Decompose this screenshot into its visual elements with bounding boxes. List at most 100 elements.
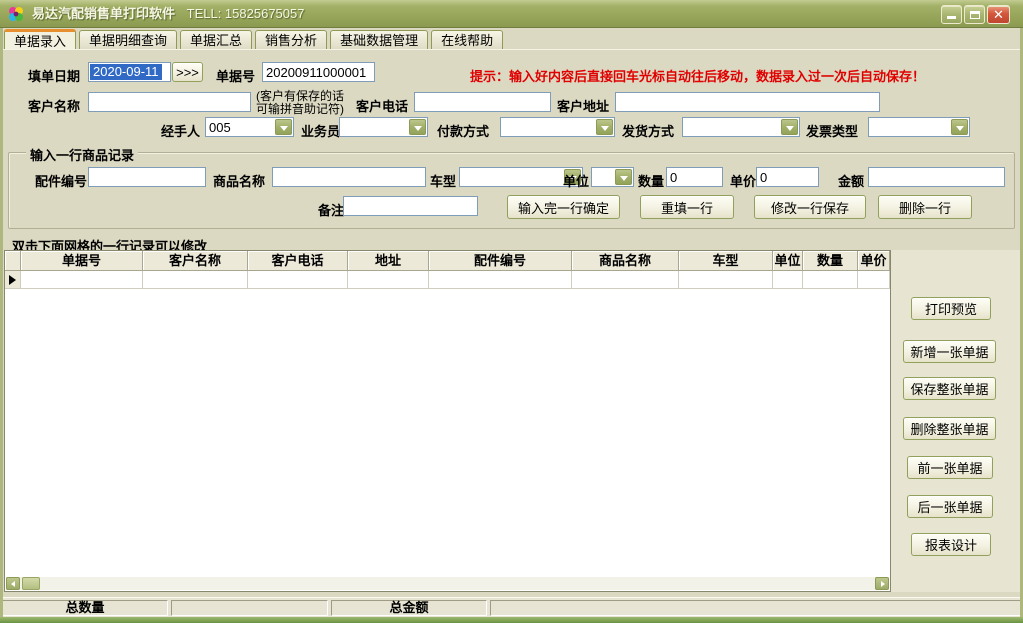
new-order-button[interactable]: 新增一张单据: [903, 340, 996, 363]
status-bar: 总数量 总金额: [0, 597, 1023, 617]
tab-base-data-management[interactable]: 基础数据管理: [330, 30, 428, 50]
modify-line-save-button[interactable]: 修改一行保存: [754, 195, 866, 219]
tab-order-detail-query[interactable]: 单据明细查询: [79, 30, 177, 50]
grid-cell[interactable]: [572, 271, 679, 289]
order-date-input[interactable]: 2020-09-11: [88, 62, 171, 82]
product-name-label: 商品名称: [213, 171, 265, 190]
save-order-button[interactable]: 保存整张单据: [903, 377, 996, 400]
scroll-left-button[interactable]: [6, 577, 20, 590]
grid-cell[interactable]: [248, 271, 348, 289]
customer-note-line1: (客户有保存的话: [256, 89, 344, 103]
order-no-input[interactable]: [262, 62, 375, 82]
app-title-tel: TELL: 15825675057: [187, 6, 305, 21]
customer-name-input[interactable]: [88, 92, 251, 112]
product-name-input[interactable]: [272, 167, 426, 187]
unit-label: 单位: [563, 171, 589, 190]
tab-order-entry[interactable]: 单据录入: [4, 29, 76, 50]
shipping-method-select[interactable]: [682, 117, 800, 137]
grid-cell[interactable]: [858, 271, 890, 289]
unit-price-input[interactable]: [756, 167, 819, 187]
grid-cell[interactable]: [679, 271, 773, 289]
order-no-label: 单据号: [216, 66, 255, 85]
column-header-customer-phone[interactable]: 客户电话: [248, 251, 348, 271]
date-expand-button[interactable]: >>>: [172, 62, 203, 82]
salesman-label: 业务员: [301, 121, 340, 140]
orders-data-grid[interactable]: 单据号 客户名称 客户电话 地址 配件编号 商品名称 车型 单位 数量 单价: [4, 250, 891, 592]
scrollbar-thumb[interactable]: [22, 577, 40, 590]
grid-cell[interactable]: [773, 271, 803, 289]
column-header-part-no[interactable]: 配件编号: [429, 251, 572, 271]
order-date-value: 2020-09-11: [90, 64, 162, 80]
payment-method-select[interactable]: [500, 117, 615, 137]
customer-phone-input[interactable]: [414, 92, 551, 112]
content-divider: [0, 49, 1023, 50]
column-header-unit-price[interactable]: 单价: [858, 251, 890, 271]
window-border-left: [0, 28, 3, 623]
maximize-icon: [970, 11, 980, 19]
dropdown-arrow-icon[interactable]: [615, 169, 632, 185]
dropdown-arrow-icon[interactable]: [951, 119, 968, 135]
column-header-product-name[interactable]: 商品名称: [572, 251, 679, 271]
column-header-order-no[interactable]: 单据号: [21, 251, 143, 271]
tab-order-summary[interactable]: 单据汇总: [180, 30, 252, 50]
unit-price-label: 单价: [730, 171, 756, 190]
input-hint-text: 提示：输入好内容后直接回车光标自动往后移动，数据录入过一次后自动保存！: [470, 66, 925, 85]
app-icon: [8, 6, 24, 22]
quantity-input[interactable]: [666, 167, 723, 187]
customer-address-input[interactable]: [615, 92, 880, 112]
grid-cell[interactable]: [803, 271, 858, 289]
maximize-button[interactable]: [964, 5, 985, 24]
report-design-button[interactable]: 报表设计: [911, 533, 991, 556]
column-header-unit[interactable]: 单位: [773, 251, 803, 271]
part-no-input[interactable]: [88, 167, 206, 187]
remark-input[interactable]: [343, 196, 478, 216]
confirm-line-button[interactable]: 输入完一行确定: [507, 195, 620, 219]
print-preview-button[interactable]: 打印预览: [911, 297, 991, 320]
grid-selector-header: [5, 251, 21, 271]
dropdown-arrow-icon[interactable]: [409, 119, 426, 135]
unit-select[interactable]: [591, 167, 634, 187]
column-header-car-model[interactable]: 车型: [679, 251, 773, 271]
refill-line-button[interactable]: 重填一行: [640, 195, 734, 219]
minimize-button[interactable]: [941, 5, 962, 24]
tab-online-help[interactable]: 在线帮助: [431, 30, 503, 50]
close-button[interactable]: ✕: [987, 5, 1010, 24]
current-row-indicator-icon: [9, 275, 16, 285]
delete-line-button[interactable]: 删除一行: [878, 195, 972, 219]
tab-bar: 单据录入 单据明细查询 单据汇总 销售分析 基础数据管理 在线帮助: [4, 29, 503, 50]
salesman-select[interactable]: [339, 117, 428, 137]
grid-cell[interactable]: [143, 271, 248, 289]
shipping-method-label: 发货方式: [622, 121, 674, 140]
total-amount-label: 总金额: [331, 600, 487, 616]
total-quantity-value: [171, 600, 328, 616]
handler-select[interactable]: 005: [205, 117, 294, 137]
grid-current-row[interactable]: [5, 271, 890, 289]
minimize-icon: [947, 16, 956, 19]
dropdown-arrow-icon[interactable]: [275, 119, 292, 135]
invoice-type-label: 发票类型: [806, 121, 858, 140]
close-icon: ✕: [988, 7, 1009, 23]
prev-order-button[interactable]: 前一张单据: [907, 456, 993, 479]
amount-input[interactable]: [868, 167, 1005, 187]
invoice-type-select[interactable]: [868, 117, 970, 137]
horizontal-scrollbar[interactable]: [6, 577, 889, 590]
grid-cell[interactable]: [21, 271, 143, 289]
column-header-quantity[interactable]: 数量: [803, 251, 858, 271]
tab-sales-analysis[interactable]: 销售分析: [255, 30, 327, 50]
dropdown-arrow-icon[interactable]: [781, 119, 798, 135]
column-header-customer-name[interactable]: 客户名称: [143, 251, 248, 271]
customer-note: (客户有保存的话 可输拼音助记符): [256, 90, 344, 116]
customer-address-label: 客户地址: [557, 96, 609, 115]
grid-cell[interactable]: [429, 271, 572, 289]
grid-header-row: 单据号 客户名称 客户电话 地址 配件编号 商品名称 车型 单位 数量 单价: [5, 251, 890, 271]
delete-order-button[interactable]: 删除整张单据: [903, 417, 996, 440]
row-selector-cell[interactable]: [5, 271, 21, 289]
scroll-right-button[interactable]: [875, 577, 889, 590]
grid-cell[interactable]: [348, 271, 429, 289]
window-border-bottom: [0, 617, 1023, 623]
window-title: 易达汽配销售单打印软件 TELL: 15825675057: [32, 0, 304, 28]
column-header-address[interactable]: 地址: [348, 251, 429, 271]
dropdown-arrow-icon[interactable]: [596, 119, 613, 135]
next-order-button[interactable]: 后一张单据: [907, 495, 993, 518]
remark-label: 备注: [318, 200, 344, 219]
